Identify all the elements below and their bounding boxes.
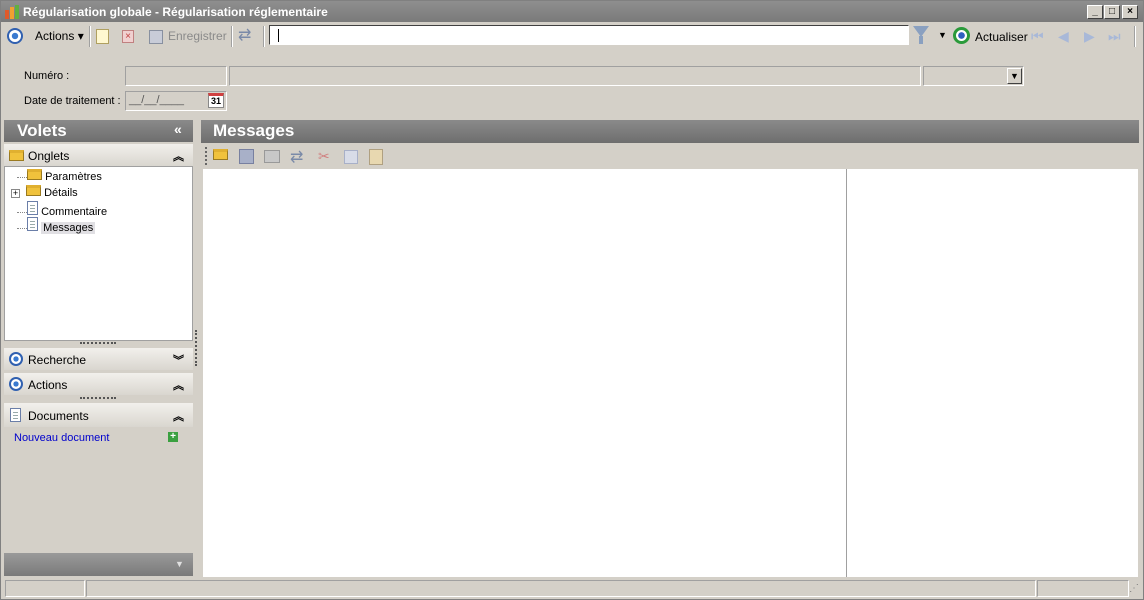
volets-header: Volets « <box>4 120 193 142</box>
save-icon[interactable] <box>149 30 163 44</box>
collapse-section-icon[interactable]: ︽ <box>173 148 184 164</box>
tree-item-label: Paramètres <box>45 171 102 183</box>
refresh-icon[interactable] <box>953 27 970 44</box>
splitter-grip[interactable] <box>80 397 116 399</box>
window-title: Régularisation globale - Régularisation … <box>23 5 328 19</box>
document-icon <box>27 201 38 215</box>
toolbar-separator <box>263 26 265 47</box>
filter-dropdown-icon[interactable]: ▼ <box>938 30 947 40</box>
status-panel <box>5 580 85 597</box>
open-icon[interactable] <box>213 149 228 160</box>
last-record-icon[interactable]: ⏭ <box>1108 28 1121 45</box>
close-button[interactable]: × <box>1122 5 1138 19</box>
tree-item-messages[interactable]: Messages <box>17 217 96 234</box>
print-icon[interactable] <box>264 150 280 163</box>
next-record-icon[interactable]: ▶ <box>1084 28 1095 45</box>
tree-item-label: Messages <box>41 222 96 234</box>
sync-icon[interactable]: ⇄ <box>290 147 303 167</box>
date-field[interactable]: __/__/____ 31 <box>125 91 227 111</box>
chevron-down-icon[interactable]: ▼ <box>1007 68 1022 84</box>
search-icon <box>9 352 23 366</box>
volets-title: Volets <box>17 121 67 140</box>
filter-input[interactable] <box>269 25 909 45</box>
actions-icon <box>9 377 23 391</box>
messages-toolbar: ⇄ ✂ <box>201 143 1139 169</box>
minimize-button[interactable]: _ <box>1087 5 1103 19</box>
messages-header: Messages <box>201 120 1139 143</box>
tree-item-label: Détails <box>44 187 78 199</box>
add-icon[interactable]: + <box>168 432 178 442</box>
messages-title: Messages <box>213 121 295 140</box>
sync-icon[interactable]: ⇄ <box>238 28 256 44</box>
status-panel <box>86 580 1036 597</box>
recherche-label: Recherche <box>28 353 87 367</box>
copy-icon[interactable] <box>344 150 358 164</box>
collapse-panel-icon[interactable]: « <box>174 121 182 137</box>
app-icon <box>5 5 21 19</box>
status-panel <box>1037 580 1129 597</box>
actions-menu-button[interactable]: Actions ▾ <box>35 27 84 45</box>
numero-field[interactable] <box>125 66 227 86</box>
toolbar-separator <box>231 26 233 47</box>
folder-icon <box>9 150 24 161</box>
refresh-button[interactable]: Actualiser <box>975 28 1028 46</box>
previous-record-icon[interactable]: ◀ <box>1058 28 1069 45</box>
title-bar: Régularisation globale - Régularisation … <box>1 1 1143 22</box>
actions-menu-label: Actions <box>35 29 75 43</box>
calendar-icon[interactable]: 31 <box>208 93 224 108</box>
expand-section-icon[interactable]: ︾ <box>173 352 184 368</box>
message-detail[interactable] <box>847 169 1138 577</box>
splitter-grip[interactable] <box>80 342 116 344</box>
toolbar-separator <box>89 26 91 47</box>
numero-label: Numéro : <box>24 70 70 82</box>
folder-icon <box>26 185 41 196</box>
paste-icon[interactable] <box>369 149 383 165</box>
chevron-down-icon[interactable]: ▼ <box>175 559 184 569</box>
save-button[interactable]: Enregistrer <box>168 27 227 45</box>
panel-footer: ▼ <box>4 553 193 576</box>
actions-circle-icon[interactable] <box>7 28 23 44</box>
resize-grip-icon[interactable]: ⋰ <box>1129 583 1139 594</box>
collapse-section-icon[interactable]: ︽ <box>173 377 184 393</box>
toolbar-grip <box>205 147 207 165</box>
actions-section-header[interactable]: Actions ︽ <box>4 373 193 395</box>
collapse-section-icon[interactable]: ︽ <box>173 408 184 424</box>
recherche-section-header[interactable]: Recherche ︾ <box>4 348 193 370</box>
documents-section-header[interactable]: Documents ︽ <box>4 403 193 427</box>
tree-item-parametres[interactable]: Paramètres <box>17 169 102 183</box>
save-icon[interactable] <box>239 149 254 164</box>
actions-label: Actions <box>28 378 68 392</box>
maximize-button[interactable]: □ <box>1104 5 1120 19</box>
document-icon <box>10 408 21 422</box>
numero-description-field[interactable] <box>229 66 921 86</box>
tree-item-commentaire[interactable]: Commentaire <box>17 201 107 218</box>
messages-list[interactable] <box>203 169 846 577</box>
document-icon <box>27 217 38 231</box>
first-record-icon[interactable]: ⏮ <box>1031 28 1044 45</box>
status-bar: ⋰ <box>1 577 1143 599</box>
cut-icon[interactable]: ✂ <box>318 148 330 165</box>
onglets-section-header[interactable]: Onglets ︽ <box>4 144 193 166</box>
onglets-tree: Paramètres + Détails Commentaire Message… <box>4 166 193 341</box>
new-document-link[interactable]: Nouveau document <box>14 432 109 444</box>
date-placeholder: __/__/____ <box>129 94 185 106</box>
folder-icon <box>27 169 42 180</box>
numero-type-select[interactable]: ▼ <box>923 66 1024 86</box>
tree-item-details[interactable]: + Détails <box>11 185 78 199</box>
new-icon[interactable] <box>96 29 109 44</box>
vertical-splitter[interactable] <box>195 330 197 366</box>
onglets-label: Onglets <box>28 149 70 163</box>
expand-icon[interactable]: + <box>11 189 20 198</box>
documents-label: Documents <box>28 409 89 423</box>
date-label: Date de traitement : <box>24 95 121 107</box>
toolbar-separator <box>1134 26 1136 47</box>
delete-icon[interactable]: × <box>122 30 134 43</box>
filter-icon-stem <box>919 36 923 44</box>
